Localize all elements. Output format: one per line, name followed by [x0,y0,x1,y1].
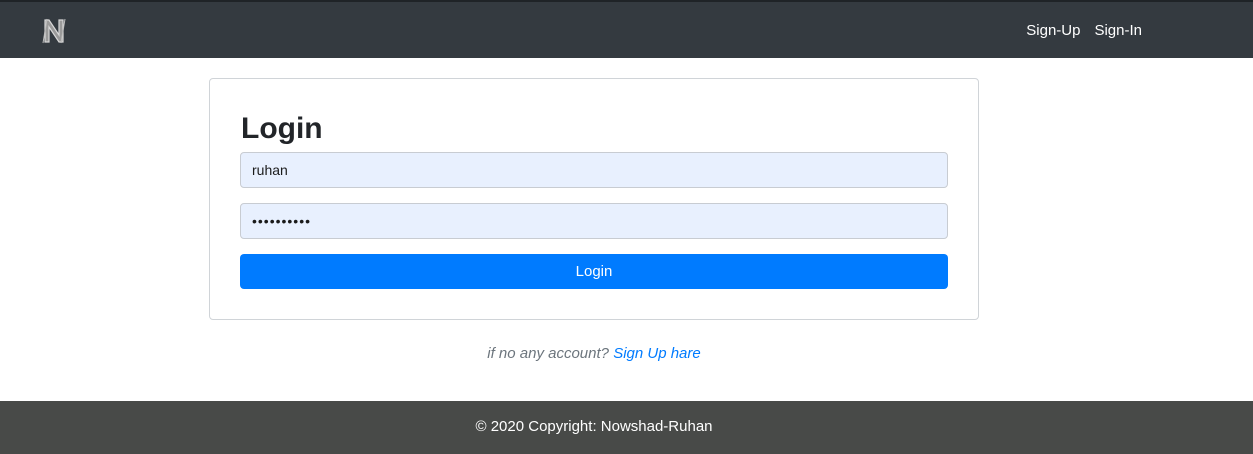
login-button[interactable]: Login [240,254,948,289]
login-card: Login Login [209,78,979,320]
navbar: Sign-Up Sign-In [0,0,1253,58]
footer: © 2020 Copyright: Nowshad-Ruhan [0,401,1253,454]
signup-link[interactable]: Sign Up hare [613,345,701,362]
nav-signin-link[interactable]: Sign-In [1094,21,1142,41]
username-field[interactable] [240,152,948,188]
copyright-text: © 2020 Copyright: Nowshad-Ruhan [475,418,713,435]
login-title: Login [241,112,323,145]
signup-hint: if no any account? Sign Up hare [0,344,1188,364]
signup-hint-text: if no any account? [487,345,610,362]
nav-links: Sign-Up Sign-In [1026,21,1142,41]
page: Sign-Up Sign-In Login Login if no any ac… [0,0,1253,454]
n-logo-icon[interactable] [40,16,68,46]
password-field[interactable] [240,203,948,239]
nav-signup-link[interactable]: Sign-Up [1026,21,1080,41]
